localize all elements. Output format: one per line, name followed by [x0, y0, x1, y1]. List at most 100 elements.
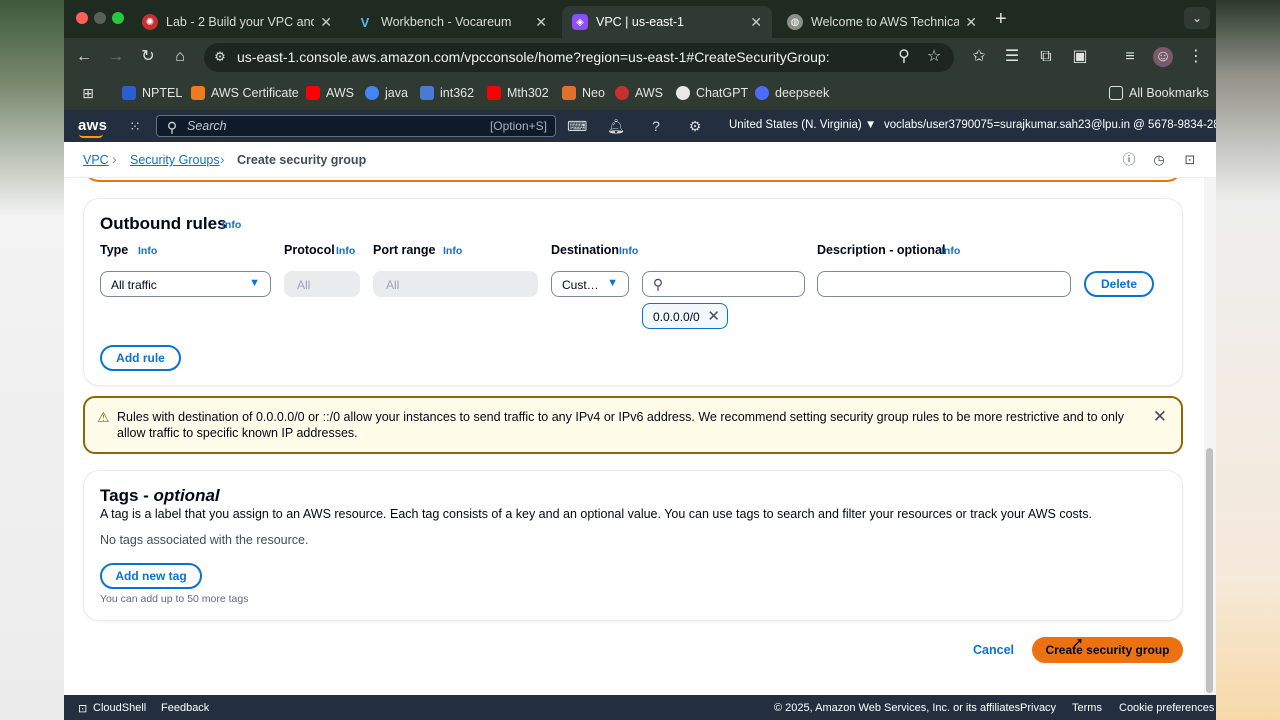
port-range-value: All [386, 278, 400, 292]
delete-rule-button[interactable]: Delete [1084, 271, 1154, 297]
feedback-link[interactable]: Feedback [161, 702, 209, 714]
tab-vpc[interactable]: ◈ VPC | us-east-1 ✕ [562, 6, 772, 38]
browser-menu-icon[interactable]: ⋮ [1186, 47, 1206, 67]
dismiss-icon[interactable]: ✕ [1153, 407, 1167, 427]
account-menu[interactable]: voclabs/user3790075=surajkumar.sah23@lpu… [884, 119, 1216, 131]
bookmark-nptel[interactable]: NPTEL [122, 85, 182, 101]
url-text: us-east-1.console.aws.amazon.com/vpccons… [237, 49, 830, 65]
services-grid-icon[interactable]: ⁙ [126, 117, 144, 135]
console-search-input[interactable]: ⚲ Search [Option+S] [156, 115, 556, 137]
type-select[interactable]: All traffic ▼ [100, 271, 271, 297]
close-icon[interactable]: ✕ [750, 14, 762, 31]
cloudshell-icon[interactable]: ⌨ [567, 117, 587, 135]
description-input[interactable] [817, 271, 1071, 297]
extensions-star-icon[interactable]: ✩ [969, 47, 989, 67]
google-icon [365, 86, 379, 100]
tab-welcome[interactable]: ◍ Welcome to AWS Technical E ✕ [777, 6, 987, 38]
bookmark-label: NPTEL [142, 86, 183, 100]
recent-history-icon[interactable]: ◷ [1151, 152, 1167, 168]
port-range-field: All [373, 271, 538, 297]
breadcrumb-security-groups[interactable]: Security Groups [130, 153, 220, 167]
destination-select-value: Cust… [562, 278, 599, 292]
info-link[interactable]: Info [443, 245, 462, 257]
bookmark-java[interactable]: java [365, 85, 408, 101]
info-link[interactable]: Info [336, 245, 355, 257]
tab-title: Welcome to AWS Technical E [811, 15, 960, 29]
privacy-link[interactable]: Privacy [1020, 702, 1056, 714]
tab-title: VPC | us-east-1 [596, 15, 685, 29]
site-settings-icon[interactable]: ⚙ [210, 47, 230, 67]
neo-icon [562, 86, 576, 100]
docs-icon [420, 86, 434, 100]
search-placeholder: Search [187, 119, 227, 133]
bookmark-neo[interactable]: Neo [562, 85, 605, 101]
bookmark-int362[interactable]: int362 [420, 85, 474, 101]
region-selector[interactable]: United States (N. Virginia) ▼ [729, 119, 876, 131]
bookmark-aws-2[interactable]: AWS [615, 85, 663, 101]
close-icon[interactable]: ✕ [535, 14, 547, 31]
breadcrumb-vpc[interactable]: VPC [83, 153, 109, 167]
bookmark-mth302[interactable]: Mth302 [487, 85, 549, 101]
media-controls-icon[interactable]: ≡ [1120, 47, 1140, 67]
cloudshell-link[interactable]: CloudShell [93, 702, 146, 714]
column-protocol: Protocol [284, 243, 335, 257]
window-zoom-button[interactable] [112, 12, 124, 24]
cancel-button[interactable]: Cancel [973, 643, 1014, 657]
remove-token-icon[interactable]: ✕ [707, 307, 720, 325]
scrollbar-thumb[interactable] [1206, 448, 1213, 693]
info-link[interactable]: Info [138, 245, 157, 257]
folder-icon [1109, 86, 1123, 100]
search-icon: ⚲ [652, 276, 664, 292]
forward-arrow-icon[interactable]: → [106, 47, 126, 67]
cookie-preferences-link[interactable]: Cookie preferences [1119, 702, 1214, 714]
add-new-tag-button[interactable]: Add new tag [100, 563, 202, 589]
close-icon[interactable]: ✕ [320, 14, 332, 31]
profile-avatar-icon[interactable]: ☺ [1153, 47, 1173, 67]
bookmark-aws[interactable]: AWS [306, 85, 354, 101]
bookmark-star-icon[interactable]: ☆ [924, 47, 944, 67]
side-panel-icon[interactable]: ▣ [1070, 47, 1090, 67]
aws-academy-favicon-icon: ✺ [142, 14, 158, 30]
home-icon[interactable]: ⌂ [170, 47, 190, 67]
terms-link[interactable]: Terms [1072, 702, 1102, 714]
bookmark-aws-certificate[interactable]: AWS Certificate [191, 85, 299, 101]
mouse-cursor-icon: ➚ [1072, 634, 1084, 650]
tab-workbench[interactable]: V Workbench - Vocareum ✕ [347, 6, 557, 38]
aws-logo[interactable]: aws [78, 117, 107, 134]
zoom-icon[interactable]: ⚲ [894, 47, 914, 67]
caret-down-icon: ▼ [249, 277, 260, 289]
globe-icon: ◍ [787, 14, 803, 30]
reading-list-icon[interactable]: ☰ [1002, 47, 1022, 67]
back-arrow-icon[interactable]: ← [74, 47, 94, 67]
bookmark-chatgpt[interactable]: ChatGPT [676, 85, 748, 101]
close-icon[interactable]: ✕ [965, 14, 977, 31]
bookmark-deepseek[interactable]: deepseek [755, 85, 829, 101]
bookmark-label: ChatGPT [696, 86, 749, 100]
address-bar[interactable]: ⚙ us-east-1.console.aws.amazon.com/vpcco… [204, 43, 954, 72]
reload-icon[interactable]: ↻ [138, 47, 158, 67]
info-link[interactable]: Info [222, 219, 241, 231]
info-link[interactable]: Info [941, 245, 960, 257]
extension-icon[interactable]: ⧉ [1036, 47, 1056, 67]
all-bookmarks[interactable]: All Bookmarks [1109, 85, 1209, 101]
page-scrollbar[interactable] [1204, 178, 1216, 695]
notifications-bell-icon[interactable]: 🔔︎ [607, 117, 625, 135]
desktop-background-right [1216, 0, 1280, 720]
help-icon[interactable]: ? [647, 117, 665, 135]
info-link[interactable]: Info [619, 245, 638, 257]
new-tab-button[interactable]: + [995, 8, 1007, 31]
info-panel-icon[interactable]: ⓘ [1121, 152, 1137, 168]
add-rule-button[interactable]: Add rule [100, 345, 181, 371]
tab-search-chevron-icon[interactable]: ⌄ [1184, 7, 1210, 29]
window-minimize-button[interactable] [94, 12, 106, 24]
apps-grid-icon[interactable]: ⊞ [78, 83, 98, 103]
tab-lab[interactable]: ✺ Lab - 2 Build your VPC and La ✕ [132, 6, 342, 38]
copyright-text: © 2025, Amazon Web Services, Inc. or its… [774, 702, 1024, 714]
destination-type-select[interactable]: Cust… ▼ [551, 271, 629, 297]
destination-search-input[interactable]: ⚲ [642, 271, 805, 297]
create-security-group-button[interactable]: Create security group [1032, 637, 1183, 663]
settings-gear-icon[interactable]: ⚙ [686, 117, 704, 135]
window-close-button[interactable] [76, 12, 88, 24]
feedback-screen-icon[interactable]: ⊡ [1182, 152, 1198, 168]
aws-academy-icon [615, 86, 629, 100]
